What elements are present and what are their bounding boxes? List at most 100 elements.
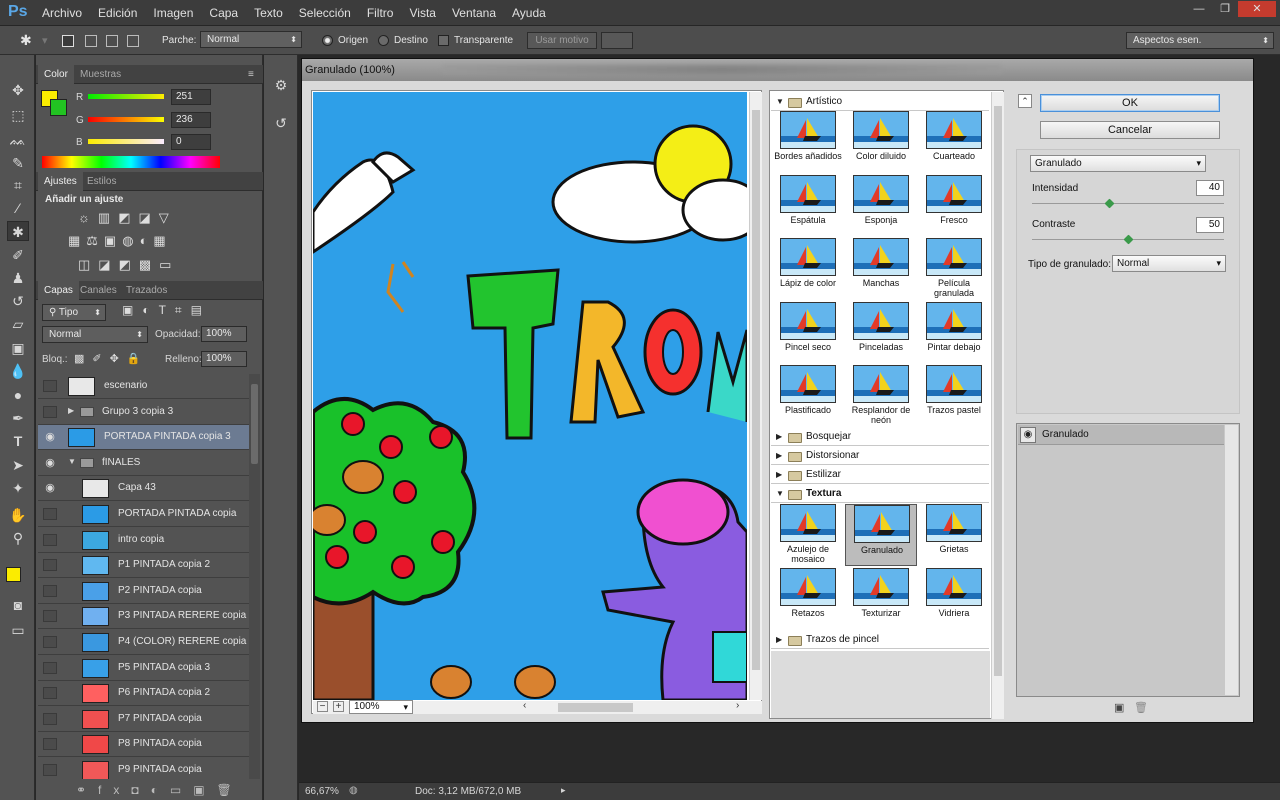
filter-thumb[interactable]: Pintar debajo [918,301,990,364]
screen-mode-icon[interactable]: ▭ [7,620,29,640]
collapse-gallery-button[interactable]: ⌃ [1018,94,1032,108]
preview-horizontal-thumb[interactable] [558,703,633,712]
visibility-eye-icon[interactable] [43,508,57,520]
filter-thumb[interactable]: Retazos [772,567,844,630]
brush-tool-icon[interactable]: ✐ [7,245,29,265]
marquee-tool-icon[interactable]: ⬚ [7,105,29,125]
eye-icon[interactable]: ◉ [1020,427,1036,443]
category-distorsionar[interactable]: ▶ Distorsionar [771,447,989,465]
quick-selection-icon[interactable]: ✎ [7,153,29,173]
layers-scrollbar[interactable] [249,374,260,779]
filter-thumb[interactable]: Pinceladas [845,301,917,364]
b-input[interactable]: 0 [171,134,211,150]
preview-vertical-scrollbar[interactable] [749,92,762,700]
menu-filtro[interactable]: Filtro [359,6,402,20]
filter-thumb[interactable]: Manchas [845,238,917,300]
color-spectrum-bar[interactable] [42,156,220,168]
visibility-eye-icon[interactable] [43,559,57,572]
parche-select[interactable]: Normal ⬍ [200,31,302,48]
quick-mask-icon[interactable]: ◙ [7,595,29,615]
filter-thumb[interactable]: Pincel seco [772,301,844,364]
visibility-eye-icon[interactable] [43,584,57,597]
group-toggle-icon[interactable]: ▶ [68,406,74,415]
menu-archivo[interactable]: Archivo [34,6,90,20]
visibility-eye-icon[interactable] [43,405,57,418]
filter-thumb[interactable]: Color diluido [845,111,917,173]
layer-row[interactable]: P4 (COLOR) RERERE copia [38,630,249,655]
layer-row[interactable]: PORTADA PINTADA copia [38,502,249,527]
preview-zoom-select[interactable]: 100% ▾ [349,700,413,714]
zoom-in-button[interactable]: + [333,701,344,712]
filter-thumb[interactable]: Trazos pastel [918,365,990,427]
visibility-eye-icon[interactable]: ◉ [43,431,57,443]
blend-mode-select[interactable]: Normal ⬍ [42,326,148,343]
cancel-button[interactable]: Cancelar [1040,121,1220,139]
b-slider[interactable] [88,139,164,144]
filter-select[interactable]: Granulado ▾ [1030,155,1206,172]
menu-imagen[interactable]: Imagen [145,6,201,20]
color-background-swatch[interactable] [50,99,67,116]
category-bosquejar[interactable]: ▶ Bosquejar [771,428,989,446]
layer-row[interactable]: P8 PINTADA copia [38,732,249,758]
filter-thumb[interactable]: Texturizar [845,567,917,630]
visibility-eye-icon[interactable] [43,380,57,392]
visibility-eye-icon[interactable]: ◉ [43,482,57,494]
filter-list-scrollbar[interactable] [991,92,1004,719]
preview-image[interactable] [313,92,747,700]
lasso-tool-icon[interactable]: ᨐ [7,130,29,150]
layer-row[interactable]: P2 PINTADA copia [38,578,249,604]
status-zoom[interactable]: 66,67% [305,786,339,797]
lock-icons[interactable]: ▩✐✥🔒 [74,352,149,365]
intensidad-slider[interactable] [1032,203,1224,204]
visibility-eye-icon[interactable]: ◉ [43,457,57,469]
filter-thumb[interactable]: Grietas [918,504,990,566]
r-slider[interactable] [88,94,164,99]
gradient-tool-icon[interactable]: ▣ [7,338,29,358]
filter-thumb[interactable]: Resplandor de neón [845,365,917,427]
origen-radio[interactable]: Origen [322,26,368,55]
filter-thumb[interactable]: Azulejo de mosaico [772,504,844,566]
fill-input[interactable]: 100% [201,351,247,367]
menu-vista[interactable]: Vista [401,6,443,20]
path-selection-icon[interactable]: ➤ [7,455,29,475]
adjust-icons-row-1[interactable]: ☼▥◩◪▽ [78,210,228,226]
filter-thumb[interactable]: Bordes añadidos [772,111,844,173]
layer-row[interactable]: P1 PINTADA copia 2 [38,553,249,579]
type-tool-icon[interactable]: T [7,431,29,451]
tab-color[interactable]: Color [38,65,74,84]
panel-menu-icon[interactable]: ≡ [242,65,260,84]
add-selection-icon[interactable] [85,26,97,55]
adjust-icons-row-3[interactable]: ◫◪◩▩▭ [78,257,228,273]
transparente-checkbox[interactable]: Transparente [438,26,513,55]
g-input[interactable]: 236 [171,112,211,128]
new-effect-layer-icon[interactable]: ▣ [1114,701,1124,714]
menu-ventana[interactable]: Ventana [444,6,504,20]
contraste-input[interactable]: 50 [1196,217,1224,233]
restore-button[interactable]: ❐ [1212,1,1238,17]
patch-tool-icon[interactable]: ✱ [20,26,32,55]
group-toggle-icon[interactable]: ▼ [68,457,76,466]
menu-capa[interactable]: Capa [201,6,246,20]
visibility-eye-icon[interactable] [43,738,57,751]
layer-filter-select[interactable]: ⚲ Tipo ⬍ [42,304,106,321]
history-brush-icon[interactable]: ↺ [7,291,29,311]
adjustments-collapsed-icon[interactable]: ⚙ [270,75,292,95]
filter-thumb[interactable]: Espátula [772,174,844,237]
r-input[interactable]: 251 [171,89,211,105]
scroll-right-icon[interactable]: › [736,700,739,711]
category-textura[interactable]: ▼ Textura [771,485,989,503]
filter-thumb[interactable]: Fresco [918,174,990,237]
eyedropper-tool-icon[interactable]: ⁄ [7,198,29,218]
visibility-eye-icon[interactable] [43,610,57,623]
tab-ajustes[interactable]: Ajustes [38,172,83,191]
filter-thumb[interactable]: Vidriera [918,567,990,630]
stamp-tool-icon[interactable]: ♟ [7,268,29,288]
crop-tool-icon[interactable]: ⌗ [7,175,29,195]
filter-thumb[interactable]: Película granulada [918,238,990,300]
subtract-selection-icon[interactable] [106,26,118,55]
patch-tool-icon[interactable]: ✱ [7,221,29,241]
workspace-select[interactable]: Aspectos esen. ⬍ [1126,32,1274,49]
layer-filter-icons[interactable]: ▣◐T⌗▤ [122,303,211,318]
opacity-input[interactable]: 100% [201,326,247,342]
zoom-out-button[interactable]: − [317,701,328,712]
